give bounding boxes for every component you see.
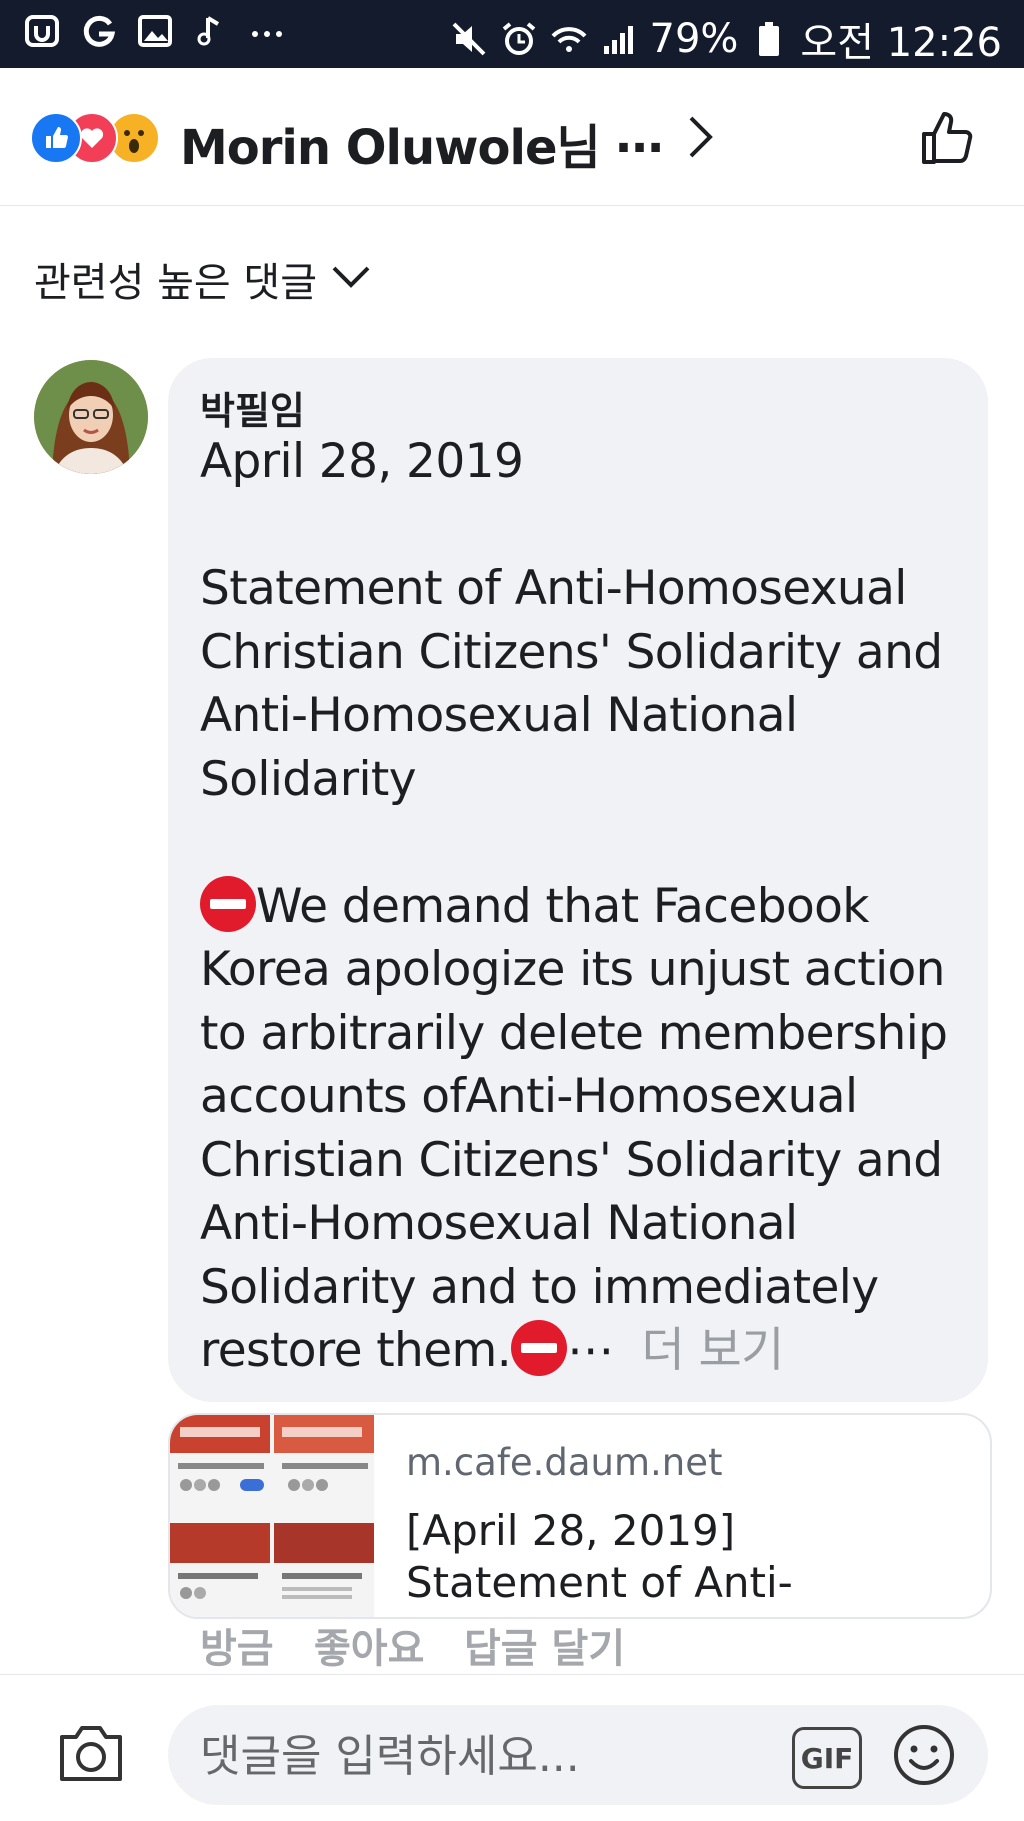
battery-icon	[750, 20, 788, 58]
comment-actions: 방금 좋아요 답글 달기	[200, 1616, 625, 1674]
google-icon	[80, 12, 118, 50]
music-note-icon	[192, 12, 230, 50]
comment-author[interactable]: 박필임	[200, 380, 305, 435]
camera-icon[interactable]	[56, 1723, 126, 1785]
reactions-header: Morin Oluwole님 ⋯	[0, 68, 1024, 206]
no-entry-icon	[511, 1320, 568, 1376]
gif-button[interactable]: GIF	[792, 1727, 862, 1789]
signal-icon	[600, 20, 638, 58]
comment-bubble[interactable]: 박필임 April 28, 2019 Statement of Anti-Hom…	[168, 358, 988, 1402]
link-domain: m.cafe.daum.net	[406, 1441, 723, 1484]
no-entry-icon	[200, 875, 256, 932]
like-post-button[interactable]	[916, 106, 980, 170]
comments-sheet: Morin Oluwole님 ⋯ 관련성 높은 댓글 박필임 April 28,…	[0, 68, 1024, 1821]
chevron-right-icon[interactable]	[675, 112, 725, 162]
battery-percent: 79%	[649, 16, 739, 62]
comment-like-button[interactable]: 좋아요	[314, 1616, 464, 1674]
ellipsis: ⋯	[567, 1323, 614, 1378]
gallery-icon	[136, 12, 174, 50]
link-thumbnail	[170, 1415, 374, 1617]
emoji-icon[interactable]	[892, 1723, 956, 1787]
clock: 오전 12:26	[800, 20, 1002, 66]
see-more-link[interactable]: 더 보기	[642, 1323, 785, 1378]
status-bar: 79% 오전 12:26	[0, 0, 1024, 68]
comment-paragraph-1: April 28, 2019 Statement of Anti-Homosex…	[200, 434, 943, 807]
comment-input-container[interactable]: GIF	[168, 1705, 988, 1805]
link-title: [April 28, 2019] Statement of Anti-Homos…	[406, 1506, 793, 1617]
more-notifications-icon	[248, 12, 286, 50]
reaction-summary[interactable]	[30, 112, 170, 164]
comment-sort-dropdown[interactable]: 관련성 높은 댓글	[34, 250, 371, 308]
comment-reply-button[interactable]: 답글 달기	[464, 1616, 625, 1674]
comment-input[interactable]	[198, 1723, 662, 1789]
sort-label: 관련성 높은 댓글	[34, 260, 318, 306]
wifi-icon	[550, 20, 588, 58]
comment-timestamp: 방금	[200, 1626, 274, 1672]
mute-icon	[450, 20, 488, 58]
commenter-avatar[interactable]	[34, 360, 148, 474]
app-notification-icon	[24, 12, 62, 50]
comment-paragraph-2: We demand that Facebook Korea apologize …	[200, 878, 962, 1379]
comment-text: April 28, 2019 Statement of Anti-Homosex…	[200, 430, 970, 1383]
like-icon	[30, 112, 82, 164]
chevron-down-icon	[331, 256, 371, 302]
link-preview-card[interactable]: m.cafe.daum.net [April 28, 2019] Stateme…	[168, 1413, 992, 1619]
comment-composer: GIF	[0, 1674, 1024, 1821]
alarm-icon	[500, 20, 538, 58]
reactors-title[interactable]: Morin Oluwole님 ⋯	[180, 108, 663, 178]
